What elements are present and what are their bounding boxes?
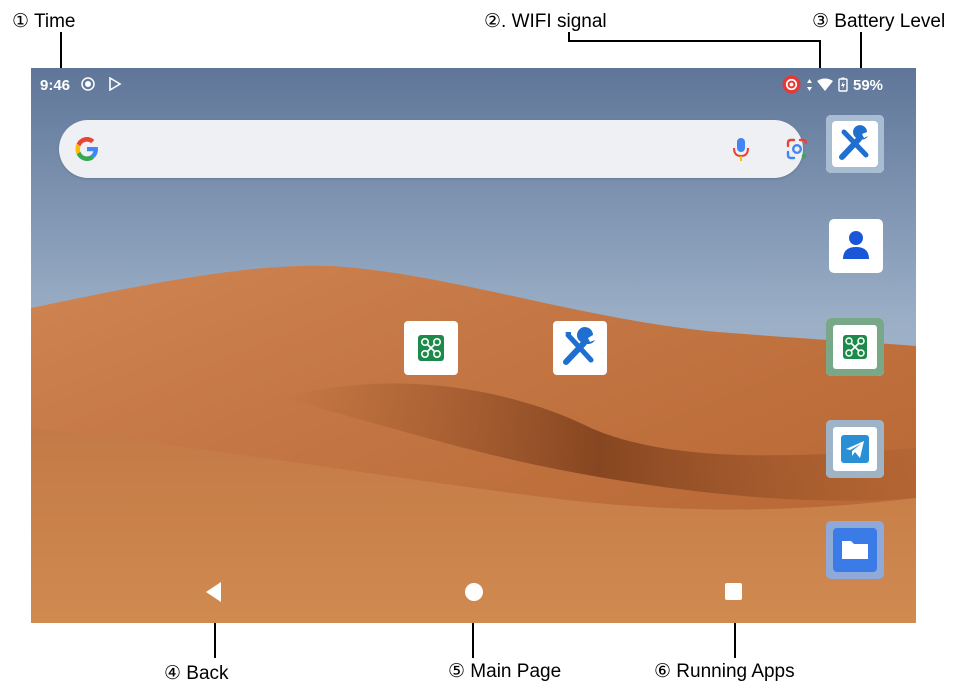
google-g-logo [75, 137, 98, 161]
drone-icon [826, 318, 884, 376]
wifi-icon [817, 78, 833, 91]
battery-percent: 59% [853, 77, 884, 94]
drone-icon [418, 335, 444, 361]
callout-battery: ③ Battery Level [812, 11, 946, 32]
back-button[interactable] [204, 581, 222, 603]
callout-back: ④ Back [164, 663, 229, 684]
leader-wifi-b [568, 40, 821, 42]
paper-plane-icon [826, 420, 884, 478]
callout-running-apps: ⑥ Running Apps [654, 661, 795, 682]
wrench-screwdriver-icon [826, 115, 884, 173]
callout-wifi: ②. WIFI signal [484, 11, 607, 32]
play-store-icon [109, 77, 122, 91]
person-icon [843, 231, 869, 259]
wrench-screwdriver-icon [563, 327, 595, 365]
google-search-bar[interactable] [59, 120, 808, 178]
dock-app-contacts[interactable] [829, 219, 883, 273]
navigation-bar [31, 565, 916, 623]
mobile-data-icon [807, 79, 812, 91]
dock-app-tools[interactable] [826, 115, 884, 173]
callout-time: ① Time [12, 11, 76, 32]
google-lens-icon[interactable] [785, 137, 809, 161]
tablet-screen: 9:46 59% [31, 68, 916, 623]
home-app-drone[interactable] [404, 321, 458, 375]
status-bar: 9:46 59% [31, 68, 916, 102]
cast-icon [782, 75, 801, 94]
microphone-icon[interactable] [732, 137, 750, 162]
recents-button[interactable] [725, 583, 742, 600]
home-app-tools[interactable] [553, 321, 607, 375]
leader-time [60, 32, 62, 72]
battery-icon [838, 77, 848, 92]
home-button[interactable] [465, 583, 483, 601]
callout-main-page: ⑤ Main Page [448, 661, 562, 682]
screen-record-icon [81, 77, 95, 91]
dock-app-telegram[interactable] [826, 420, 884, 478]
dock-app-drone[interactable] [826, 318, 884, 376]
status-time: 9:46 [40, 77, 71, 94]
